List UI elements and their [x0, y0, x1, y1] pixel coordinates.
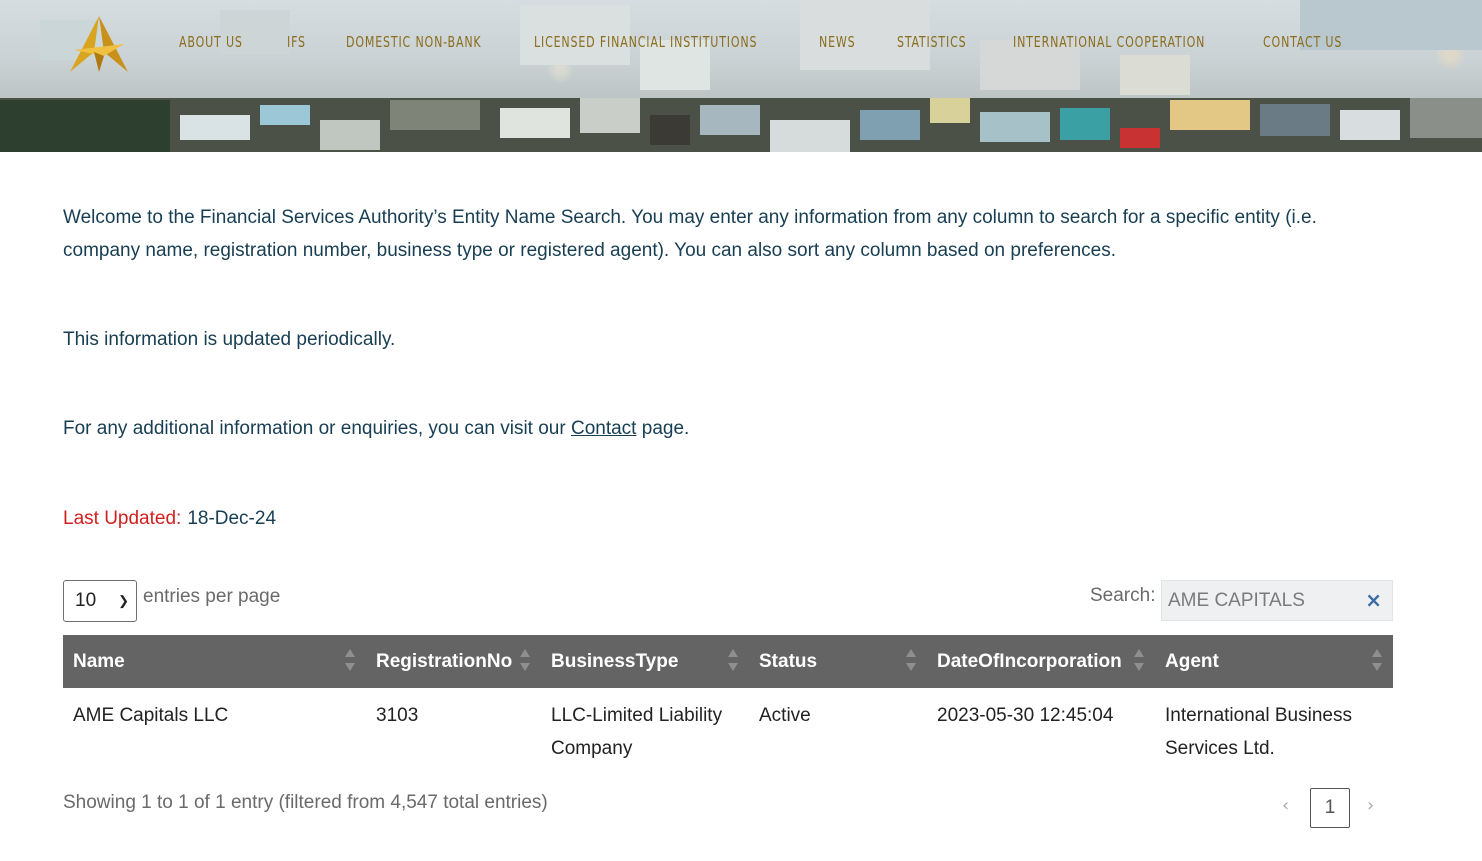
column-header-businesstype[interactable]: BusinessType — [551, 635, 678, 688]
page-button-current[interactable]: 1 — [1310, 788, 1350, 828]
last-updated-label: Last Updated: — [63, 508, 182, 529]
column-header-name[interactable]: Name — [73, 635, 125, 688]
cell-business-type: LLC-Limited Liability Company — [551, 705, 723, 759]
contact-text-after: page. — [636, 418, 690, 439]
search-box: × — [1161, 580, 1393, 621]
column-header-registrationno[interactable]: RegistrationNo — [376, 635, 512, 688]
search-input[interactable] — [1162, 581, 1362, 620]
update-note: This information is updated periodically… — [63, 329, 396, 350]
clear-search-icon[interactable]: × — [1365, 589, 1382, 611]
table-header: Name RegistrationNo BusinessType Status … — [63, 635, 1393, 688]
nav-domestic-non-bank[interactable]: DOMESTIC NON-BANK — [346, 33, 482, 51]
cell-status: Active — [759, 705, 811, 726]
column-header-agent[interactable]: Agent — [1165, 635, 1219, 688]
sort-icon[interactable] — [906, 647, 916, 675]
column-header-dateofincorporation[interactable]: DateOfIncorporation — [937, 635, 1122, 688]
nav-about-us[interactable]: ABOUT US — [179, 33, 243, 51]
entries-per-page-select[interactable]: 10 ❯ — [63, 580, 137, 622]
entries-per-page-label: entries per page — [143, 586, 281, 607]
entries-per-page-value: 10 — [75, 590, 97, 611]
hero-banner: ABOUT US IFS DOMESTIC NON-BANK LICENSED … — [0, 0, 1482, 152]
cell-agent: International Business Services Ltd. — [1165, 705, 1352, 759]
contact-text-before: For any additional information or enquir… — [63, 418, 571, 439]
nav-licensed-financial-institutions[interactable]: LICENSED FINANCIAL INSTITUTIONS — [534, 33, 757, 51]
previous-page-icon[interactable]: ‹ — [1282, 795, 1289, 816]
table-row[interactable]: AME Capitals LLC 3103 LLC-Limited Liabil… — [63, 688, 1393, 770]
nav-statistics[interactable]: STATISTICS — [897, 33, 966, 51]
sort-icon[interactable] — [345, 647, 355, 675]
contact-paragraph: For any additional information or enquir… — [63, 412, 689, 445]
last-updated-value: 18-Dec-24 — [187, 508, 277, 529]
cell-name: AME Capitals LLC — [73, 705, 229, 726]
chevron-down-icon: ❯ — [118, 593, 129, 608]
search-label: Search: — [1090, 585, 1156, 606]
sort-icon[interactable] — [520, 647, 530, 675]
next-page-icon[interactable]: › — [1367, 795, 1374, 816]
nav-contact-us[interactable]: CONTACT US — [1263, 33, 1342, 51]
nav-news[interactable]: NEWS — [819, 33, 856, 51]
nav-international-cooperation[interactable]: INTERNATIONAL COOPERATION — [1013, 33, 1205, 51]
sort-icon[interactable] — [728, 647, 738, 675]
cell-registration-no: 3103 — [376, 705, 419, 726]
sort-icon[interactable] — [1372, 647, 1382, 675]
last-updated: Last Updated: 18-Dec-24 — [63, 502, 276, 535]
fsa-logo-icon[interactable] — [64, 12, 134, 74]
cell-date-of-incorporation: 2023-05-30 12:45:04 — [937, 705, 1114, 726]
column-header-status[interactable]: Status — [759, 635, 817, 688]
contact-link[interactable]: Contact — [571, 418, 636, 439]
nav-ifs[interactable]: IFS — [287, 33, 306, 51]
sort-icon[interactable] — [1134, 647, 1144, 675]
intro-paragraph: Welcome to the Financial Services Author… — [63, 207, 1317, 261]
table-info: Showing 1 to 1 of 1 entry (filtered from… — [63, 792, 548, 813]
